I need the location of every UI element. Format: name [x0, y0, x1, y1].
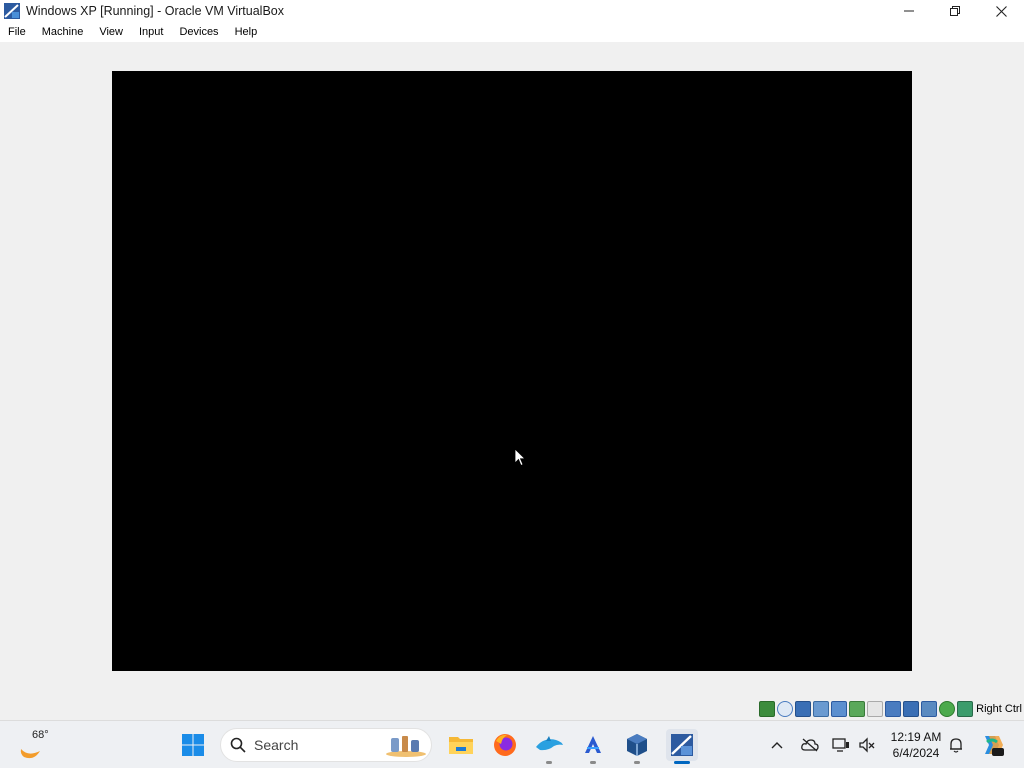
keyboard-icon[interactable]: [957, 701, 974, 717]
recording-icon[interactable]: [903, 701, 920, 717]
clock[interactable]: 12:19 AM 6/4/2024: [886, 729, 946, 761]
virtualization-icon[interactable]: [921, 701, 938, 717]
copilot-icon: [985, 736, 1004, 756]
chevron-up-icon: [771, 742, 783, 749]
search-highlight-icon: [386, 736, 426, 757]
windows-xp-vm-button[interactable]: [666, 729, 698, 764]
show-hidden-icons-button[interactable]: [762, 729, 792, 761]
running-indicator: [546, 761, 552, 764]
restore-button[interactable]: [932, 0, 978, 22]
host-key-label[interactable]: Right Ctrl: [976, 703, 1022, 715]
menu-devices[interactable]: Devices: [171, 22, 226, 42]
menu-input[interactable]: Input: [131, 22, 171, 42]
virtualbox-icon: [627, 734, 647, 756]
firefox-button[interactable]: [489, 729, 521, 761]
network-icon[interactable]: [831, 701, 848, 717]
running-indicator: [590, 761, 596, 764]
active-indicator: [674, 761, 690, 764]
floppy-icon[interactable]: [795, 701, 812, 717]
start-button[interactable]: [177, 729, 209, 761]
window-title: Windows XP [Running] - Oracle VM Virtual…: [26, 4, 284, 18]
menu-help[interactable]: Help: [227, 22, 266, 42]
clock-time: 12:19 AM: [890, 730, 942, 744]
virtualbox-app-icon: [3, 2, 21, 20]
vm-screen[interactable]: [112, 71, 912, 671]
taskbar-search[interactable]: Search: [220, 728, 432, 762]
dolphin-icon: [536, 736, 563, 751]
taskbar: 68° Search 12:19 AM 6/4/2024: [0, 720, 1024, 768]
mouse-integration-icon[interactable]: [939, 701, 956, 717]
dolphin-emulator-button[interactable]: [533, 729, 565, 764]
cloud-offline-icon: [801, 738, 819, 752]
weather-widget[interactable]: 68°: [18, 727, 58, 763]
windows-xp-vm-icon: [671, 734, 693, 756]
arc-app-icon: [585, 736, 601, 753]
title-bar[interactable]: Windows XP [Running] - Oracle VM Virtual…: [0, 0, 1024, 22]
copilot-button[interactable]: [976, 729, 1008, 761]
speaker-muted-icon: [859, 737, 875, 753]
arc-app-button[interactable]: [577, 729, 609, 764]
menu-machine[interactable]: Machine: [34, 22, 92, 42]
onedrive-button[interactable]: [795, 729, 825, 761]
status-bar: Right Ctrl: [0, 698, 1024, 720]
virtualbox-button[interactable]: [621, 729, 653, 764]
search-placeholder: Search: [254, 737, 299, 753]
firefox-icon: [494, 734, 516, 756]
weather-temperature: 68°: [32, 729, 49, 741]
hard-disk-icon[interactable]: [759, 701, 776, 717]
display-icon[interactable]: [885, 701, 902, 717]
menu-view[interactable]: View: [91, 22, 131, 42]
shared-folders-icon[interactable]: [867, 701, 884, 717]
clock-date: 6/4/2024: [892, 746, 940, 760]
vm-display-area: [0, 42, 1024, 698]
menu-file[interactable]: File: [0, 22, 34, 42]
windows-logo-icon: [182, 734, 204, 756]
minimize-icon: [904, 10, 914, 12]
mouse-cursor-icon: [514, 448, 526, 467]
bell-icon: [950, 738, 962, 753]
optical-drive-icon[interactable]: [777, 701, 794, 717]
minimize-button[interactable]: [886, 0, 932, 22]
running-indicator: [634, 761, 640, 764]
search-icon: [230, 737, 246, 753]
volume-button[interactable]: [852, 729, 882, 761]
network-ethernet-icon: [832, 738, 849, 752]
close-button[interactable]: [978, 0, 1024, 22]
close-icon: [995, 5, 1007, 17]
file-explorer-button[interactable]: [445, 729, 477, 761]
folder-icon: [449, 737, 473, 754]
notifications-button[interactable]: [942, 729, 970, 761]
restore-icon: [950, 6, 960, 16]
menu-bar: File Machine View Input Devices Help: [0, 22, 1024, 42]
audio-icon[interactable]: [813, 701, 830, 717]
usb-icon[interactable]: [849, 701, 866, 717]
virtualbox-window: Windows XP [Running] - Oracle VM Virtual…: [0, 0, 1024, 720]
